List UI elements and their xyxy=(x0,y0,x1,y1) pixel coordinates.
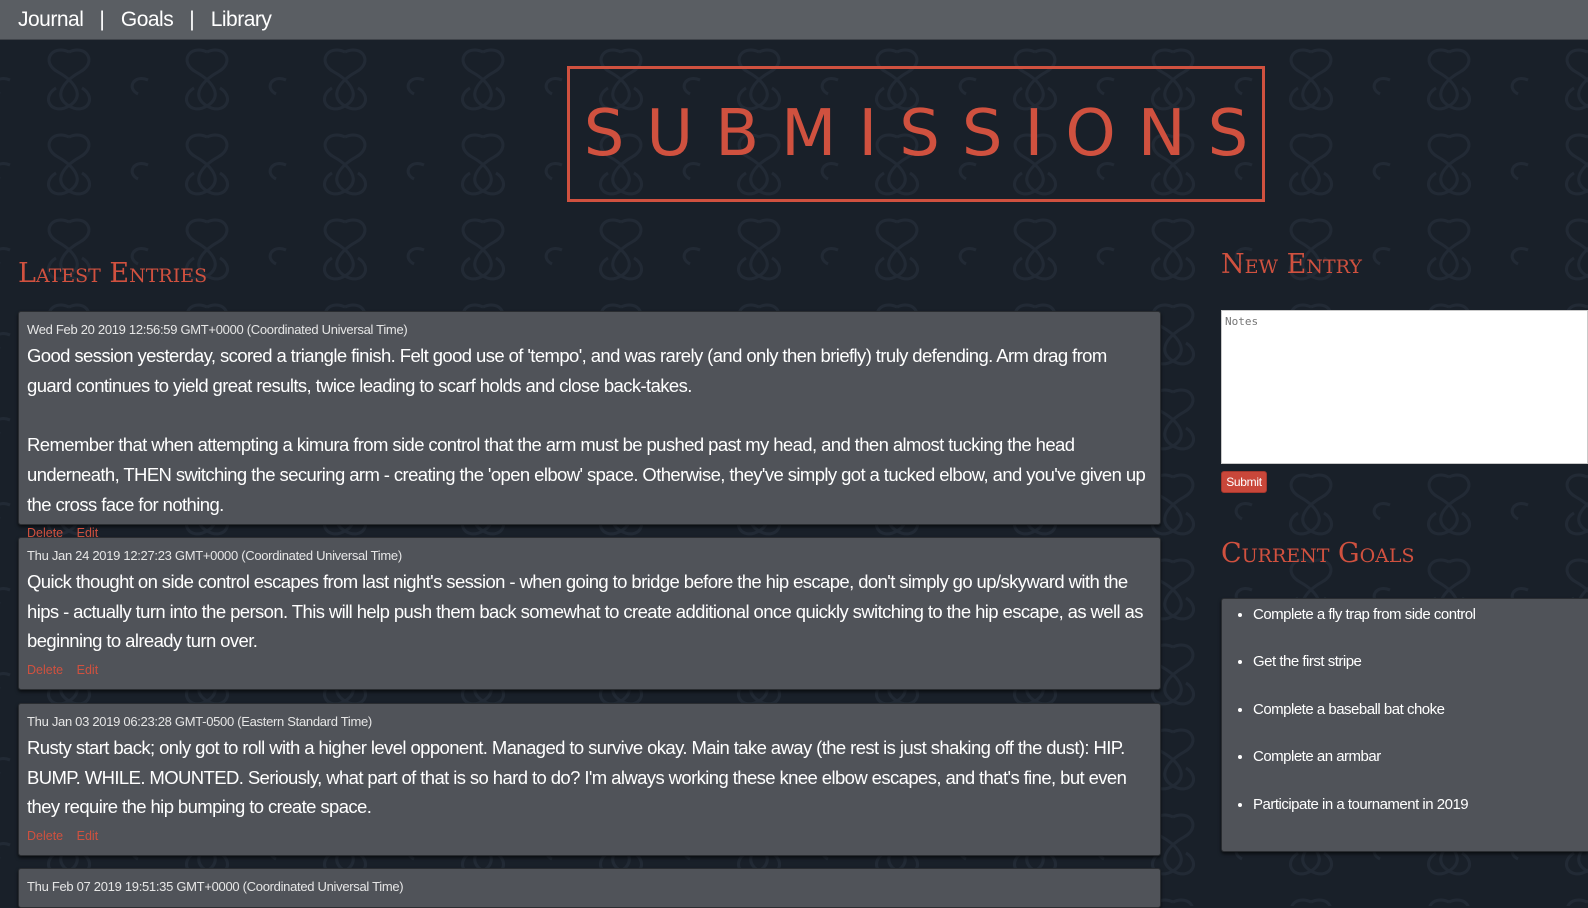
entry-date: Thu Feb 07 2019 19:51:35 GMT+0000 (Coord… xyxy=(27,879,404,894)
nav-link-goals[interactable]: Goals xyxy=(121,8,174,32)
edit-entry-button[interactable]: Edit xyxy=(77,829,99,843)
journal-entry: Thu Jan 24 2019 12:27:23 GMT+0000 (Coord… xyxy=(18,537,1161,690)
entry-date: Thu Jan 24 2019 12:27:23 GMT+0000 (Coord… xyxy=(27,548,402,563)
site-title: SUBMISSIONS xyxy=(583,97,1271,171)
goal-item: Participate in a tournament in 2019 xyxy=(1253,795,1588,815)
latest-entries-heading: Latest Entries xyxy=(18,258,208,289)
entry-text: Good session yesterday, scored a triangl… xyxy=(27,345,1146,515)
nav-separator: | xyxy=(189,7,195,31)
new-entry-heading: New Entry xyxy=(1221,249,1362,280)
goal-item: Complete a fly trap from side control xyxy=(1253,605,1588,625)
nav-separator: | xyxy=(99,7,105,31)
current-goals-heading: Current Goals xyxy=(1221,538,1415,569)
goal-item: Get the first stripe xyxy=(1253,652,1588,672)
journal-entry: Thu Feb 07 2019 19:51:35 GMT+0000 (Coord… xyxy=(18,868,1161,908)
entry-actions: Delete Edit xyxy=(27,660,1152,680)
entry-date: Wed Feb 20 2019 12:56:59 GMT+0000 (Coord… xyxy=(27,322,408,337)
goals-list-panel: Complete a fly trap from side control Ge… xyxy=(1221,598,1588,852)
entry-actions: Delete Edit xyxy=(27,826,1152,846)
submit-button[interactable]: Submit xyxy=(1221,471,1267,493)
entry-text: Quick thought on side control escapes fr… xyxy=(27,571,1143,652)
entry-text: Rusty start back; only got to roll with … xyxy=(27,737,1127,818)
goal-item: Complete an armbar xyxy=(1253,747,1588,767)
journal-entry: Wed Feb 20 2019 12:56:59 GMT+0000 (Coord… xyxy=(18,311,1161,540)
notes-textarea[interactable] xyxy=(1221,310,1588,464)
edit-entry-button[interactable]: Edit xyxy=(77,663,99,677)
site-banner: SUBMISSIONS xyxy=(567,66,1265,202)
entry-date: Thu Jan 03 2019 06:23:28 GMT-0500 (Easte… xyxy=(27,714,372,729)
top-navigation: Journal | Goals | Library xyxy=(0,0,1588,40)
goals-list: Complete a fly trap from side control Ge… xyxy=(1222,605,1588,815)
journal-entry: Thu Jan 03 2019 06:23:28 GMT-0500 (Easte… xyxy=(18,703,1161,856)
nav-link-journal[interactable]: Journal xyxy=(18,8,84,32)
delete-entry-button[interactable]: Delete xyxy=(27,829,63,843)
nav-link-library[interactable]: Library xyxy=(211,8,272,32)
delete-entry-button[interactable]: Delete xyxy=(27,663,63,677)
goal-item: Complete a baseball bat choke xyxy=(1253,700,1588,720)
